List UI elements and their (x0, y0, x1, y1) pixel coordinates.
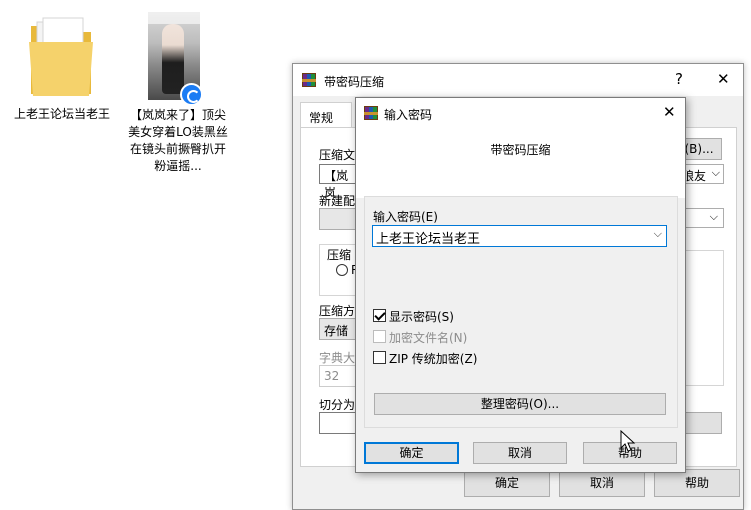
help-icon[interactable]: ? (675, 70, 683, 88)
organize-passwords-button[interactable]: 整理密码(O)... (374, 393, 666, 415)
chevron-down-icon: ⌵ (711, 166, 720, 179)
split-label: 切分为 (319, 398, 356, 412)
folder-icon (29, 17, 93, 96)
close-icon[interactable]: ✕ (717, 70, 730, 88)
method-select[interactable]: 存储 (319, 318, 359, 340)
winrar-icon (364, 106, 378, 120)
desktop-video-label: 【岚岚来了】顶尖美女穿着LO装黑丝在镜头前撅臀扒开粉逼摇... (128, 108, 228, 173)
password-input[interactable]: 上老王论坛当老王 ⌵ (372, 225, 667, 247)
compress-dialog-title: 带密码压缩 (324, 75, 385, 89)
chevron-down-icon: ⌵ (709, 210, 718, 223)
new-profile-label: 新建配 (319, 194, 356, 208)
cancel-button[interactable]: 取消 (559, 469, 645, 497)
cancel-button[interactable]: 取消 (473, 442, 567, 464)
ok-button[interactable]: 确定 (364, 442, 459, 464)
desktop-video-label-wrap: 【岚岚来了】顶尖美女穿着LO装黑丝在镜头前撅臀扒开粉逼摇... (126, 101, 230, 175)
desktop-folder-label-wrap: 上老王论坛当老王 (12, 100, 112, 123)
split-input[interactable] (319, 412, 359, 434)
close-icon[interactable]: ✕ (663, 103, 676, 121)
password-dialog-header: 带密码压缩 (356, 128, 685, 198)
zip-legacy-label: ZIP 传统加密(Z) (389, 352, 478, 366)
show-password-label: 显示密码(S) (389, 310, 454, 324)
help-button[interactable]: 帮助 (654, 469, 740, 497)
encrypt-filenames-label: 加密文件名(N) (389, 331, 468, 345)
compress-dialog-titlebar: 带密码压缩 ? ✕ (293, 64, 743, 96)
encrypt-filenames-checkbox[interactable] (373, 330, 386, 343)
ok-button[interactable]: 确定 (464, 469, 550, 497)
password-label: 输入密码(E) (373, 210, 438, 224)
radio-button[interactable] (336, 264, 348, 276)
compress-options-label: 压缩 (327, 246, 352, 263)
password-value: 上老王论坛当老王 (376, 232, 481, 247)
desktop-folder-label: 上老王论坛当老王 (13, 107, 110, 121)
header-text: 带密码压缩 (490, 143, 551, 157)
method-label: 压缩方 (319, 304, 356, 318)
show-password-checkbox[interactable] (373, 309, 386, 322)
dictionary-label: 字典大 (319, 351, 356, 365)
dictionary-select[interactable]: 32 (319, 365, 359, 387)
archive-name-label: 压缩文 (319, 148, 356, 162)
password-dialog-titlebar: 输入密码 ✕ (356, 98, 685, 128)
winrar-icon (302, 73, 316, 87)
tab-general[interactable]: 常规 (300, 102, 352, 128)
archive-name-input[interactable]: 【岚岚 (319, 164, 359, 200)
mouse-cursor-icon (620, 430, 636, 452)
zip-legacy-checkbox[interactable] (373, 351, 386, 364)
chevron-down-icon[interactable]: ⌵ (654, 227, 662, 241)
password-dialog: 输入密码 ✕ 带密码压缩 输入密码(E) 上老王论坛当老王 ⌵ 显示密码(S) … (355, 97, 686, 473)
profile-select[interactable] (319, 208, 359, 230)
password-dialog-title: 输入密码 (384, 108, 433, 122)
